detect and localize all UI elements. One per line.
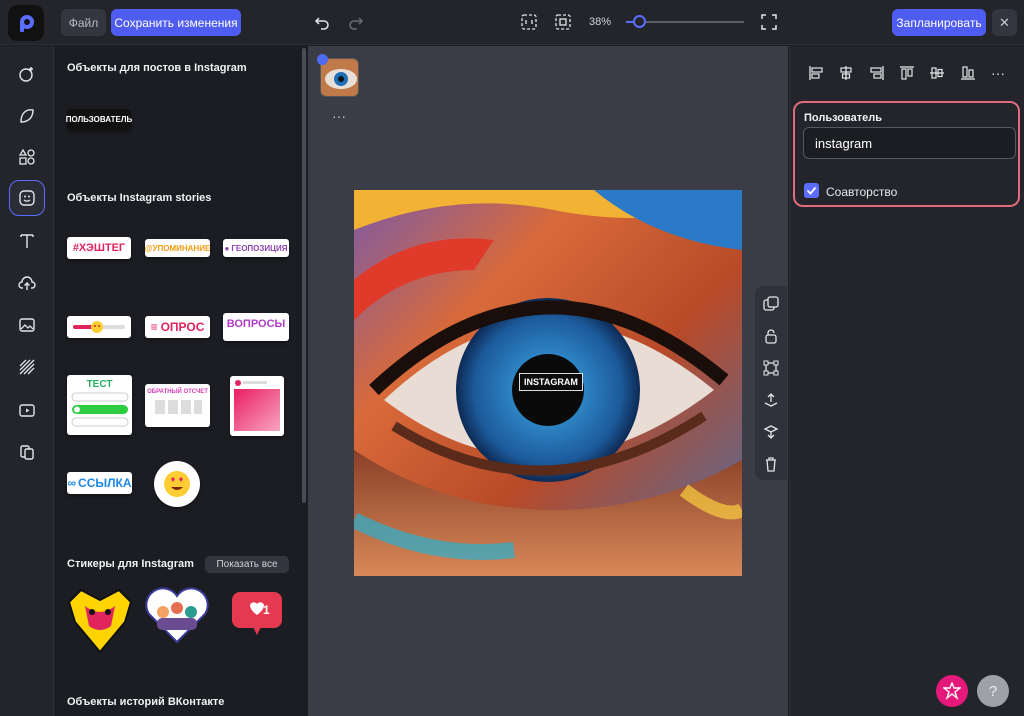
fit-height-icon[interactable] xyxy=(553,12,573,32)
mention-sticker[interactable]: @УПОМИНАНИЕ xyxy=(145,239,210,257)
help-button[interactable]: ? xyxy=(977,675,1009,707)
show-all-button[interactable]: Показать все xyxy=(205,556,289,573)
geo-label: ГЕОПОЗИЦИЯ xyxy=(231,243,288,253)
user-settings-group: Пользователь Соавторство xyxy=(793,101,1020,207)
location-pin-icon: ● xyxy=(224,243,230,253)
shapes-icon[interactable] xyxy=(9,139,45,175)
poll-sticker[interactable]: ≡ ОПРОС xyxy=(145,316,210,338)
geo-sticker[interactable]: ● ГЕОПОЗИЦИЯ xyxy=(223,239,289,257)
align-left-icon[interactable] xyxy=(807,64,825,82)
file-menu-button[interactable]: Файл xyxy=(61,9,106,36)
poll-label: ОПРОС xyxy=(160,320,205,334)
user-field-label: Пользователь xyxy=(804,112,883,124)
sticker-icon[interactable] xyxy=(9,98,45,134)
align-right-icon[interactable] xyxy=(868,64,886,82)
group-heart-sticker[interactable] xyxy=(145,584,209,644)
section-title-vk-stories: Объекты историй ВКонтакте xyxy=(67,696,225,708)
pattern-icon[interactable] xyxy=(9,349,45,385)
app-logo[interactable] xyxy=(8,5,44,41)
bring-forward-icon[interactable] xyxy=(761,390,781,410)
poll-lines-icon: ≡ xyxy=(150,320,158,334)
schedule-button[interactable]: Запланировать xyxy=(892,9,986,36)
properties-panel: ··· Пользователь Соавторство xyxy=(789,46,1024,716)
upload-cloud-icon[interactable] xyxy=(9,265,45,301)
link-icon: ∞ xyxy=(67,476,77,490)
panel-scrollbar[interactable] xyxy=(302,48,306,503)
duplicate-icon[interactable] xyxy=(761,294,781,314)
more-options-icon[interactable]: ··· xyxy=(989,64,1007,82)
tool-rail xyxy=(0,46,54,716)
zoom-slider-thumb[interactable] xyxy=(632,15,646,28)
user-tag-sticker[interactable]: ПОЛЬЗОВАТЕЛЬ xyxy=(66,109,132,130)
section-title-instagram-stickers: Стикеры для Instagram xyxy=(67,558,194,570)
redo-icon[interactable] xyxy=(346,12,366,32)
ai-assistant-button[interactable] xyxy=(936,675,968,707)
heart-eyes-emoji-sticker[interactable] xyxy=(154,461,200,507)
questions-sticker[interactable]: ВОПРОСЫ xyxy=(223,313,289,341)
align-bottom-icon[interactable] xyxy=(959,64,977,82)
text-icon[interactable] xyxy=(9,223,45,259)
user-input[interactable] xyxy=(803,127,1016,159)
link-label: ССЫЛКА xyxy=(78,476,132,490)
smiley-sticker-icon[interactable] xyxy=(9,180,45,216)
coauthor-checkbox[interactable] xyxy=(804,183,819,198)
like-notification-sticker[interactable]: 1 xyxy=(231,591,283,637)
delete-icon[interactable] xyxy=(761,454,781,474)
pages-icon[interactable] xyxy=(9,434,45,470)
section-title-instagram-posts: Объекты для постов в Instagram xyxy=(67,62,247,74)
coauthor-label: Соавторство xyxy=(826,185,898,199)
align-middle-v-icon[interactable] xyxy=(928,64,946,82)
like-count: 1 xyxy=(263,603,270,617)
fullscreen-icon[interactable] xyxy=(759,12,779,32)
thumbnail-selected-dot xyxy=(317,54,328,65)
heart-mask-sticker[interactable] xyxy=(67,582,133,654)
send-backward-icon[interactable] xyxy=(761,422,781,442)
object-toolbar xyxy=(755,286,787,480)
lock-icon[interactable] xyxy=(761,326,781,346)
quiz-label: ТЕСТ xyxy=(86,379,113,390)
image-icon[interactable] xyxy=(9,307,45,343)
canvas-workspace: ··· INSTAGRAM xyxy=(308,46,788,716)
section-title-instagram-stories: Объекты Instagram stories xyxy=(67,192,212,204)
design-artboard[interactable]: INSTAGRAM xyxy=(354,190,742,576)
hashtag-sticker[interactable]: #ХЭШТЕГ xyxy=(67,237,131,259)
zoom-percentage: 38% xyxy=(589,16,612,28)
help-question-icon: ? xyxy=(988,682,998,700)
resize-frame-icon[interactable] xyxy=(761,358,781,378)
undo-icon[interactable] xyxy=(312,12,332,32)
objects-panel: Объекты для постов в Instagram ПОЛЬЗОВАТ… xyxy=(55,46,307,716)
thumbnail-more-icon[interactable]: ··· xyxy=(332,108,346,124)
quiz-sticker[interactable]: ТЕСТ xyxy=(67,375,132,435)
emoji-slider-sticker[interactable] xyxy=(67,316,131,338)
countdown-sticker[interactable]: ОБРАТНЫЙ ОТСЧЕТ xyxy=(145,384,210,427)
link-sticker[interactable]: ∞ ССЫЛКА xyxy=(67,472,132,494)
top-bar: Файл Сохранить изменения 38% Запланирова… xyxy=(0,0,1024,45)
align-top-icon[interactable] xyxy=(898,64,916,82)
align-center-h-icon[interactable] xyxy=(837,64,855,82)
emoji-add-icon[interactable] xyxy=(9,56,45,92)
post-share-sticker[interactable] xyxy=(230,376,284,436)
close-button[interactable]: ✕ xyxy=(992,9,1017,36)
fit-width-icon[interactable] xyxy=(519,12,539,32)
instagram-user-tag[interactable]: INSTAGRAM xyxy=(519,373,583,391)
video-icon[interactable] xyxy=(9,392,45,428)
save-changes-button[interactable]: Сохранить изменения xyxy=(111,9,241,36)
